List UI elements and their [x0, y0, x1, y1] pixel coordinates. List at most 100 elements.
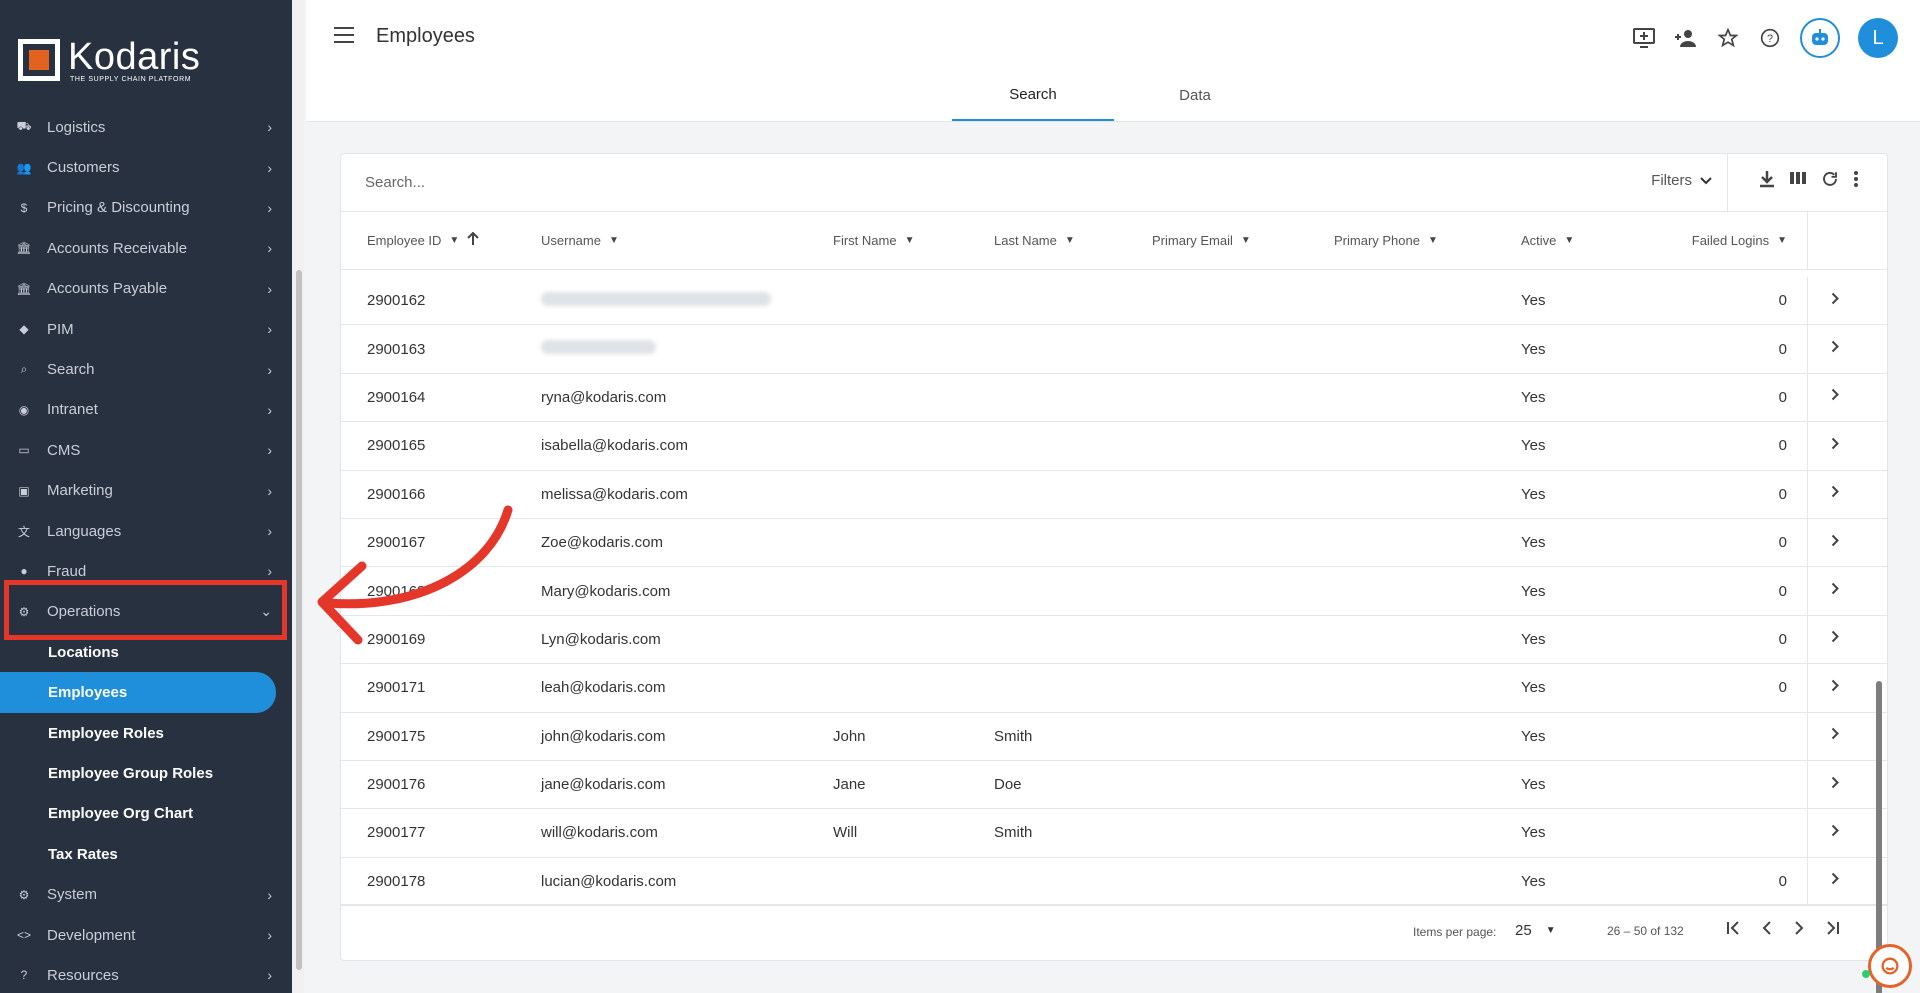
table-row[interactable]: 2900171 leah@kodaris.com Yes 0 [341, 664, 1887, 713]
chevron-right-icon[interactable] [1831, 534, 1839, 552]
col-header-employee-id[interactable]: Employee ID ▼ [367, 231, 480, 249]
sidebar-item-pricing-discounting[interactable]: $ Pricing & Discounting › [0, 188, 292, 228]
sidebar-item-marketing[interactable]: ▣ Marketing › [0, 471, 292, 511]
first-page-icon[interactable] [1726, 919, 1740, 940]
table-row[interactable]: 2900178 lucian@kodaris.com Yes 0 [341, 857, 1887, 906]
chevron-right-icon[interactable] [1831, 437, 1839, 455]
refresh-icon[interactable] [1821, 170, 1839, 193]
last-name-cell: Smith [994, 727, 1033, 745]
sidebar-subitem-tax-rates[interactable]: Tax Rates [0, 834, 292, 874]
page-title: Employees [376, 25, 475, 47]
sidebar-subitem-employee-roles[interactable]: Employee Roles [0, 713, 292, 753]
chevron-right-icon: › [267, 401, 272, 418]
sidebar-item-label: Logistics [47, 118, 106, 136]
chevron-right-icon[interactable] [1831, 727, 1839, 745]
table-row[interactable]: 2900168 Mary@kodaris.com Yes 0 [341, 567, 1887, 616]
chevron-right-icon[interactable] [1831, 679, 1839, 697]
col-header-primary-phone[interactable]: Primary Phone ▼ [1334, 233, 1438, 248]
next-page-icon[interactable] [1794, 919, 1804, 940]
table-row[interactable]: 2900169 Lyn@kodaris.com Yes 0 [341, 615, 1887, 665]
chevron-right-icon[interactable] [1831, 340, 1839, 358]
chevron-right-icon[interactable] [1831, 630, 1839, 648]
tab-search[interactable]: Search [952, 70, 1114, 121]
help-icon[interactable]: ? [1758, 26, 1782, 50]
active-cell: Yes [1521, 872, 1546, 890]
sidebar-item-development[interactable]: <> Development › [0, 915, 292, 955]
translate-icon: 文 [17, 524, 30, 539]
sidebar-item-search[interactable]: ⌕ Search › [0, 349, 292, 389]
chevron-right-icon[interactable] [1831, 388, 1839, 406]
items-per-page-select[interactable]: 25 ▼ [1515, 922, 1556, 939]
col-header-primary-email[interactable]: Primary Email ▼ [1152, 233, 1251, 248]
campaign-icon: ▣ [18, 483, 30, 498]
chevron-right-icon[interactable] [1831, 872, 1839, 890]
col-header-last-name[interactable]: Last Name ▼ [994, 233, 1075, 248]
menu-icon[interactable] [334, 27, 354, 43]
sidebar-item-logistics[interactable]: ⛟ Logistics › [0, 107, 292, 147]
col-header-failed-logins[interactable]: Failed Logins ▼ [1677, 233, 1787, 248]
sidebar-item-intranet[interactable]: ◉ Intranet › [0, 390, 292, 430]
col-header-first-name[interactable]: First Name ▼ [833, 233, 914, 248]
table-row[interactable]: 2900165 isabella@kodaris.com Yes 0 [341, 422, 1887, 471]
col-label: Active [1521, 233, 1557, 248]
tab-data[interactable]: Data [1114, 70, 1276, 121]
chevron-right-icon[interactable] [1831, 485, 1839, 503]
table-row[interactable]: 2900177 will@kodaris.com Will Smith Yes [341, 809, 1887, 858]
action-column-divider [1807, 712, 1808, 760]
table-row[interactable]: 2900163 Yes 0 [341, 325, 1887, 374]
username-cell: john@kodaris.com [541, 727, 666, 745]
col-header-active[interactable]: Active ▼ [1521, 233, 1574, 248]
star-icon[interactable] [1716, 26, 1740, 50]
sidebar-item-resources[interactable]: ? Resources › [0, 955, 292, 993]
table-row[interactable]: 2900167 Zoe@kodaris.com Yes 0 [341, 518, 1887, 568]
sidebar-item-system[interactable]: ⚙ System › [0, 874, 292, 914]
user-avatar[interactable]: L [1858, 18, 1898, 58]
sidebar-subitem-employees[interactable]: Employees [0, 672, 276, 713]
sidebar-item-cms[interactable]: ▭ CMS › [0, 430, 292, 470]
alert-icon: ● [20, 564, 28, 579]
sidebar-subitem-employee-org-chart[interactable]: Employee Org Chart [0, 794, 292, 834]
brand-tagline: THE SUPPLY CHAIN PLATFORM [70, 75, 192, 83]
sidebar-item-pim[interactable]: ◆ PIM › [0, 309, 292, 349]
columns-icon[interactable] [1789, 170, 1807, 193]
employee-id-cell: 2900163 [367, 340, 426, 358]
col-header-username[interactable]: Username ▼ [541, 233, 619, 248]
action-column-divider [1807, 212, 1808, 269]
screen-add-icon[interactable] [1632, 26, 1656, 50]
sidebar-item-accounts-receivable[interactable]: 🏛 Accounts Receivable › [0, 228, 292, 268]
sidebar-item-label: Accounts Payable [47, 280, 168, 298]
table-row[interactable]: 2900176 jane@kodaris.com Jane Doe Yes [341, 760, 1887, 810]
chevron-right-icon[interactable] [1831, 776, 1839, 794]
chevron-right-icon: › [267, 199, 272, 216]
action-column-divider [1807, 470, 1808, 518]
table-row[interactable]: 2900164 ryna@kodaris.com Yes 0 [341, 373, 1887, 423]
chevron-right-icon[interactable] [1831, 582, 1839, 600]
chat-support-icon[interactable] [1868, 944, 1912, 988]
action-column-divider [1807, 857, 1808, 906]
brand-logo[interactable]: Kodaris THE SUPPLY CHAIN PLATFORM [0, 0, 292, 120]
table-row[interactable]: 2900175 john@kodaris.com John Smith Yes [341, 712, 1887, 761]
prev-page-icon[interactable] [1762, 919, 1772, 940]
filters-dropdown[interactable]: Filters [1651, 172, 1712, 189]
sidebar-item-customers[interactable]: 👥 Customers › [0, 147, 292, 187]
download-icon[interactable] [1759, 170, 1775, 193]
chevron-right-icon[interactable] [1831, 292, 1839, 310]
sidebar-subitem-employee-group-roles[interactable]: Employee Group Roles [0, 753, 292, 793]
more-vert-icon[interactable] [1853, 170, 1859, 193]
sort-caret-icon: ▼ [449, 235, 460, 246]
chevron-right-icon[interactable] [1831, 824, 1839, 842]
sidebar-item-languages[interactable]: 文 Languages › [0, 511, 292, 551]
employee-id-cell: 2900164 [367, 388, 426, 406]
table-row[interactable]: 2900162 Yes 0 [341, 277, 1887, 326]
table-row[interactable]: 2900166 melissa@kodaris.com Yes 0 [341, 470, 1887, 519]
search-input[interactable] [365, 174, 1365, 191]
chevron-right-icon: › [267, 886, 272, 903]
last-page-icon[interactable] [1826, 919, 1840, 940]
chevron-right-icon: › [267, 482, 272, 499]
active-cell: Yes [1521, 388, 1546, 406]
add-person-icon[interactable] [1674, 26, 1698, 50]
assistant-bot-icon[interactable] [1800, 18, 1840, 58]
failed-logins-cell: 0 [1778, 872, 1787, 890]
employee-id-cell: 2900177 [367, 824, 426, 842]
sidebar-item-accounts-payable[interactable]: 🏛 Accounts Payable › [0, 269, 292, 309]
